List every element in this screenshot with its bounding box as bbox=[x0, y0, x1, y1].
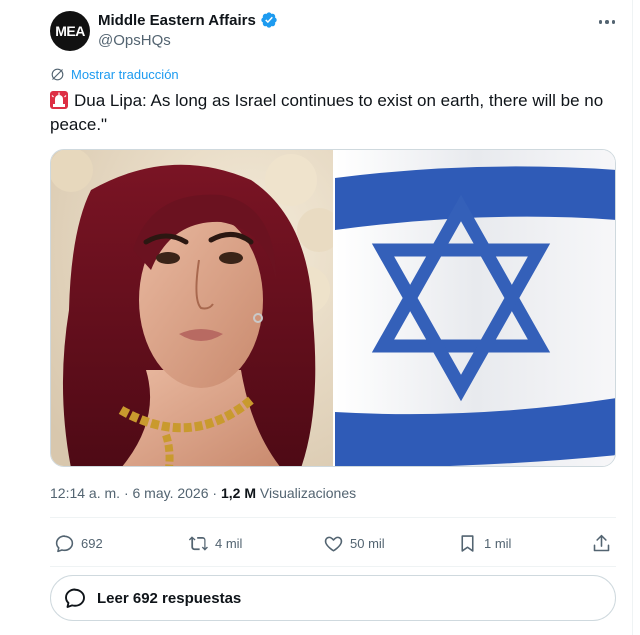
portrait-illustration bbox=[51, 150, 333, 466]
repost-button[interactable]: 4 mil bbox=[188, 533, 242, 554]
avatar[interactable]: MEA bbox=[50, 11, 90, 51]
tweet-text: Dua Lipa: As long as Israel continues to… bbox=[50, 89, 610, 137]
read-replies-label[interactable]: Leer 692 respuestas bbox=[97, 590, 241, 607]
show-translation-link[interactable]: Mostrar traducción bbox=[50, 67, 179, 82]
tweet-time[interactable]: 12:14 a. m. bbox=[50, 485, 120, 501]
tweet-date[interactable]: 6 may. 2026 bbox=[133, 485, 209, 501]
tweet-actions: 692 4 mil 50 mil 1 mil bbox=[50, 533, 616, 557]
tweet-meta: 12:14 a. m. · 6 may. 2026 · 1,2 M Visual… bbox=[50, 485, 356, 501]
meta-separator-2: · bbox=[212, 485, 218, 501]
repost-icon bbox=[188, 536, 208, 551]
views-label: Visualizaciones bbox=[259, 485, 357, 501]
like-count: 50 mil bbox=[350, 536, 385, 551]
repost-count: 4 mil bbox=[215, 536, 243, 551]
show-translation-label[interactable]: Mostrar traducción bbox=[71, 67, 179, 82]
verified-badge-icon bbox=[261, 12, 277, 28]
divider-top bbox=[50, 517, 616, 518]
more-options-icon[interactable] bbox=[596, 12, 618, 32]
bookmark-button[interactable]: 1 mil bbox=[457, 533, 511, 554]
tweet-container: MEA Middle Eastern Affairs @OpsHQs Mostr… bbox=[0, 0, 633, 635]
flag-image[interactable] bbox=[335, 150, 615, 466]
divider-bottom bbox=[50, 566, 616, 567]
reply-icon bbox=[55, 535, 74, 553]
heart-icon bbox=[324, 536, 343, 552]
share-icon bbox=[593, 534, 610, 552]
display-name[interactable]: Middle Eastern Affairs bbox=[98, 12, 256, 29]
globe-slash-icon bbox=[51, 68, 64, 81]
display-name-row[interactable]: Middle Eastern Affairs bbox=[98, 11, 278, 29]
bookmark-icon bbox=[461, 535, 474, 552]
views-count: 1,2 M bbox=[220, 485, 256, 501]
chat-bubble-icon bbox=[65, 588, 85, 608]
share-button[interactable] bbox=[591, 533, 612, 554]
portrait-image[interactable] bbox=[51, 150, 333, 466]
siren-emoji-icon bbox=[50, 91, 68, 109]
reply-button[interactable]: 692 bbox=[54, 533, 103, 554]
israel-flag-illustration bbox=[335, 150, 615, 466]
meta-separator: · bbox=[123, 485, 129, 501]
handle[interactable]: @OpsHQs bbox=[98, 32, 171, 49]
read-replies-button[interactable]: Leer 692 respuestas bbox=[50, 575, 616, 621]
like-button[interactable]: 50 mil bbox=[323, 533, 385, 554]
tweet-body: Dua Lipa: As long as Israel continues to… bbox=[50, 91, 604, 134]
reply-count: 692 bbox=[81, 536, 103, 551]
bookmark-count: 1 mil bbox=[484, 536, 512, 551]
media-grid[interactable] bbox=[50, 149, 616, 467]
